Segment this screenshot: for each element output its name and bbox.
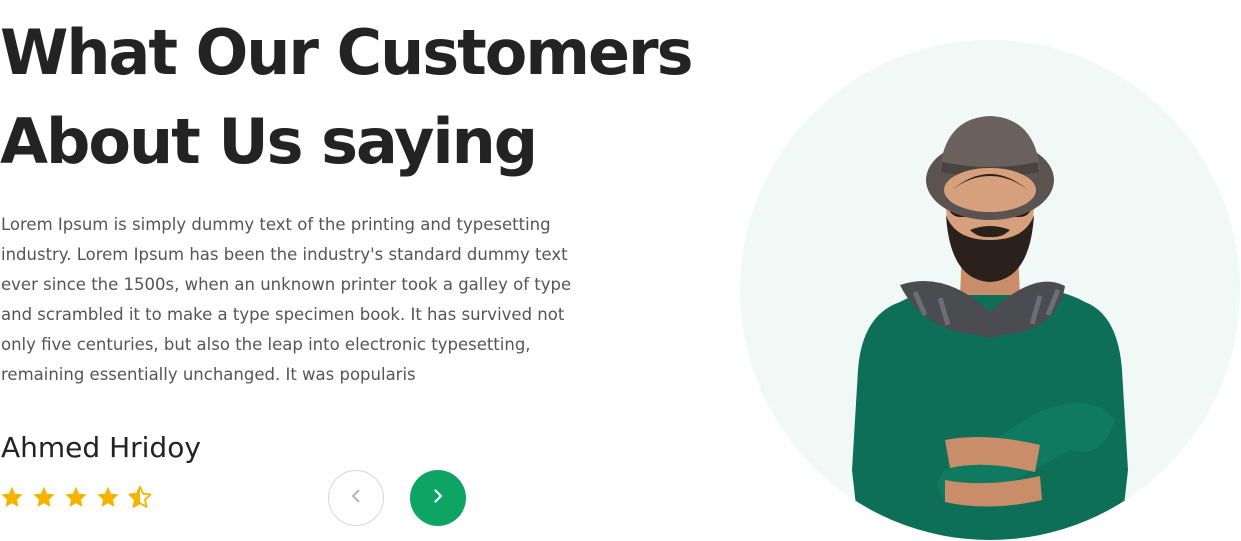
- star-rating: [0, 485, 152, 509]
- star-half-icon: [128, 485, 152, 509]
- section-heading: What Our Customers About Us saying: [0, 8, 694, 186]
- previous-button[interactable]: [328, 470, 384, 526]
- heading-line-2: About Us saying: [0, 105, 538, 178]
- customer-name: Ahmed Hridoy: [1, 431, 201, 464]
- star-icon: [0, 485, 24, 509]
- chevron-right-icon: [430, 488, 446, 508]
- heading-line-1: What Our Customers: [0, 16, 694, 89]
- next-button[interactable]: [410, 470, 466, 526]
- chevron-left-icon: [348, 488, 364, 508]
- testimonial-text: Lorem Ipsum is simply dummy text of the …: [1, 215, 572, 384]
- star-icon: [64, 485, 88, 509]
- star-icon: [32, 485, 56, 509]
- customer-photo: [740, 40, 1241, 541]
- star-icon: [96, 485, 120, 509]
